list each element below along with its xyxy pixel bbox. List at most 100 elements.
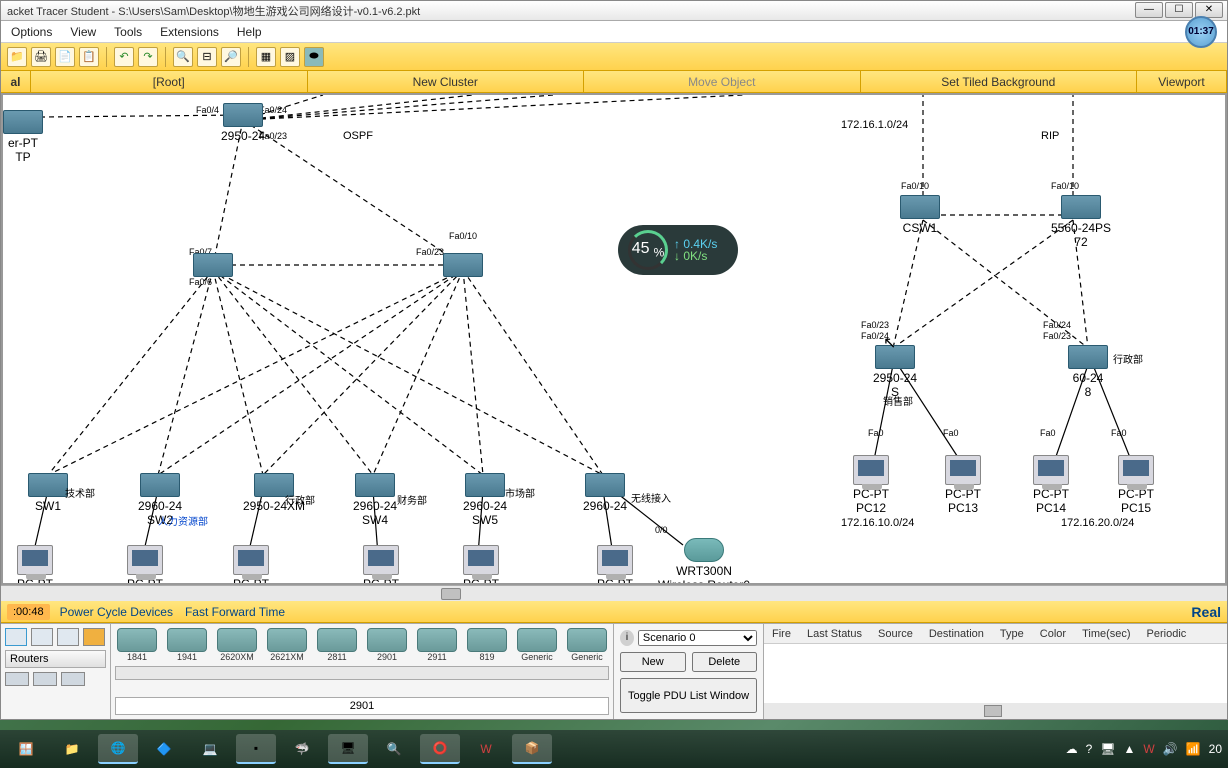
system-tray[interactable]: ☁ ? 🖥 ▲ W 🔊 📶 20 [1066, 742, 1222, 756]
app-icon[interactable]: ⭕ [420, 734, 460, 764]
pdu-col-source[interactable]: Source [870, 628, 921, 640]
new-button[interactable]: New [620, 652, 686, 672]
device-pc10[interactable]: PC-PT PC10 [597, 545, 633, 585]
palette-icon[interactable]: ▦ [256, 47, 276, 67]
device-icon[interactable]: ⬬ [304, 47, 324, 67]
device-sw5[interactable]: 2960-24 SW5 [463, 473, 507, 527]
device-pc8[interactable]: PC-PT PC8 [463, 545, 499, 585]
model-2811[interactable]: 2811 [315, 628, 359, 662]
model-2901[interactable]: 2901 [365, 628, 409, 662]
maximize-button[interactable]: ☐ [1165, 2, 1193, 18]
device-pc4[interactable]: PC-PT PC4 [233, 545, 269, 585]
fast-forward-button[interactable]: Fast Forward Time [185, 605, 285, 619]
print-icon[interactable]: 🖨 [31, 47, 51, 67]
app-icon[interactable]: W [466, 734, 506, 764]
menu-extensions[interactable]: Extensions [160, 25, 219, 39]
toggle-pdu-button[interactable]: Toggle PDU List Window [620, 678, 757, 713]
nav-new-cluster[interactable]: New Cluster [308, 71, 585, 92]
menu-tools[interactable]: Tools [114, 25, 142, 39]
cat-routers-icon[interactable] [5, 628, 27, 646]
taskbar[interactable]: 🪟 📁 🌐 🔷 💻 ▪ 🦈 🖥 🔍 ⭕ W 📦 ☁ ? 🖥 ▲ W 🔊 📶 20 [0, 730, 1228, 768]
clock-widget[interactable]: 01:37 [1185, 16, 1217, 48]
device-sw4[interactable]: 2960-24 SW4 [353, 473, 397, 527]
cat-wan-icon[interactable] [83, 628, 105, 646]
scrollbar-thumb[interactable] [984, 705, 1002, 717]
menu-help[interactable]: Help [237, 25, 262, 39]
custom-icon[interactable]: ▨ [280, 47, 300, 67]
tray-icon[interactable]: 🔊 [1163, 742, 1178, 756]
device-sw-right[interactable]: 60-24 8 [1068, 345, 1108, 399]
workspace-canvas[interactable]: OSPF RIP 172.16.1.0/24 172.16.10.0/24 17… [1, 93, 1227, 585]
copy-icon[interactable]: 📄 [55, 47, 75, 67]
nav-move-object[interactable]: Move Object [584, 71, 861, 92]
delete-button[interactable]: Delete [692, 652, 758, 672]
device-sw-left[interactable]: 2950-24 S [873, 345, 917, 399]
pdu-col-laststatus[interactable]: Last Status [799, 628, 870, 640]
chrome-icon[interactable]: 🌐 [98, 734, 138, 764]
tray-icon[interactable]: 🖥 [1100, 742, 1115, 756]
tray-icon[interactable]: ☁ [1066, 742, 1078, 756]
zoom-reset-icon[interactable]: ⊟ [197, 47, 217, 67]
info-icon[interactable]: i [620, 630, 634, 646]
scrollbar-thumb[interactable] [441, 588, 461, 600]
subcat-1-icon[interactable] [5, 672, 29, 686]
device-server[interactable]: er-PT TP [3, 110, 43, 164]
device-sw6[interactable]: 2960-24 [583, 473, 627, 513]
tray-time[interactable]: 20 [1209, 742, 1222, 756]
pdu-list[interactable] [764, 644, 1227, 703]
device-core-switch[interactable]: 2950-24 [221, 103, 265, 143]
device-pc13[interactable]: PC-PT PC13 [945, 455, 981, 515]
device-pc15[interactable]: PC-PT PC15 [1118, 455, 1154, 515]
device-dist-left[interactable] [193, 253, 233, 279]
zoom-out-icon[interactable]: 🔎 [221, 47, 241, 67]
model-1941[interactable]: 1941 [165, 628, 209, 662]
app-icon[interactable]: 💻 [190, 734, 230, 764]
device-wrt[interactable]: WRT300N Wireless Router0 [658, 538, 750, 585]
pdu-col-timesec[interactable]: Time(sec) [1074, 628, 1138, 640]
start-button[interactable]: 🪟 [6, 734, 46, 764]
pdu-col-type[interactable]: Type [992, 628, 1032, 640]
scenario-select[interactable]: Scenario 0 [638, 630, 757, 646]
tray-icon[interactable]: ▲ [1124, 742, 1136, 756]
device-pc2[interactable]: PC-PT PC2 [127, 545, 163, 585]
cat-wireless-icon[interactable] [57, 628, 79, 646]
tray-icon[interactable]: W [1143, 742, 1154, 756]
cat-switches-icon[interactable] [31, 628, 53, 646]
minimize-button[interactable]: — [1135, 2, 1163, 18]
app-icon[interactable]: 🦈 [282, 734, 322, 764]
tray-icon[interactable]: ? [1086, 742, 1093, 756]
model-Generic[interactable]: Generic [515, 628, 559, 662]
nav-root[interactable]: [Root] [31, 71, 308, 92]
subcat-2-icon[interactable] [33, 672, 57, 686]
pdu-hscroll[interactable] [764, 703, 1227, 719]
canvas-hscroll[interactable] [1, 585, 1227, 601]
device-pc12[interactable]: PC-PT PC12 [853, 455, 889, 515]
subcat-3-icon[interactable] [61, 672, 85, 686]
vm-icon[interactable]: 🖥 [328, 734, 368, 764]
pdu-col-fire[interactable]: Fire [764, 628, 799, 640]
device-sw1[interactable]: SW1 [28, 473, 68, 513]
paste-icon[interactable]: 📋 [79, 47, 99, 67]
explorer-icon[interactable]: 📁 [52, 734, 92, 764]
model-2621XM[interactable]: 2621XM [265, 628, 309, 662]
model-1841[interactable]: 1841 [115, 628, 159, 662]
undo-icon[interactable]: ↶ [114, 47, 134, 67]
realtime-label[interactable]: Real [1191, 604, 1221, 620]
packet-tracer-icon[interactable]: 📦 [512, 734, 552, 764]
menu-view[interactable]: View [70, 25, 96, 39]
model-hscroll[interactable] [115, 666, 609, 680]
model-2911[interactable]: 2911 [415, 628, 459, 662]
model-Generic[interactable]: Generic [565, 628, 609, 662]
app-icon[interactable]: 🔷 [144, 734, 184, 764]
power-cycle-button[interactable]: Power Cycle Devices [60, 605, 173, 619]
menu-options[interactable]: Options [11, 25, 52, 39]
nav-viewport[interactable]: Viewport [1137, 71, 1227, 92]
pdu-col-destination[interactable]: Destination [921, 628, 992, 640]
device-pc14[interactable]: PC-PT PC14 [1033, 455, 1069, 515]
model-2620XM[interactable]: 2620XM [215, 628, 259, 662]
open-icon[interactable]: 📁 [7, 47, 27, 67]
pdu-col-periodic[interactable]: Periodic [1139, 628, 1195, 640]
device-pc6[interactable]: PC-PT [363, 545, 399, 585]
device-msw2[interactable]: 5560-24PS 72 [1051, 195, 1111, 249]
tray-icon[interactable]: 📶 [1186, 742, 1201, 756]
